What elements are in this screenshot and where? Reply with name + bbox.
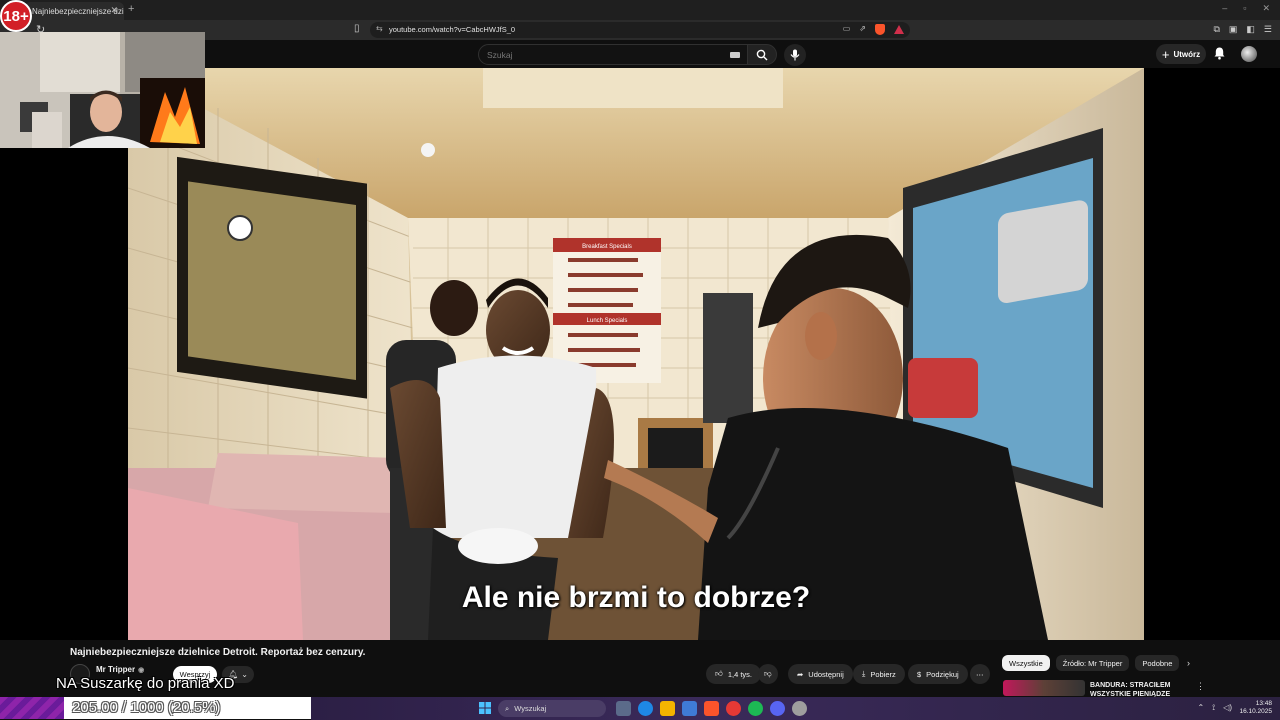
like-count: 1,4 tys. (727, 669, 753, 679)
menu-board-subtitle: Lunch Specials (587, 318, 628, 324)
chip-related[interactable]: Podobne (1135, 655, 1180, 671)
menu-icon[interactable]: ☰ (1264, 24, 1272, 35)
browser-tab[interactable]: Najniebezpieczniejsze dzielnice ✕ (24, 2, 124, 20)
new-tab-icon[interactable]: + (128, 3, 134, 15)
taskbar-search-icon: ⌕ (505, 703, 510, 713)
donation-goal-text: 205.00 / 1000 (20.5%) (72, 699, 221, 716)
chevron-right-icon[interactable]: › (1187, 658, 1190, 668)
maximize-icon[interactable]: ▫ (1243, 3, 1246, 14)
menu-board-title: Breakfast Specials (582, 244, 632, 250)
microphone-icon (790, 49, 800, 61)
channel-name-text: Mr Tripper (96, 665, 136, 674)
chevron-down-icon: ⌄ (241, 670, 248, 679)
toolbar-icons: ⧉ ▣ ◧ ☰ (1213, 24, 1272, 35)
spotify-icon[interactable] (748, 701, 763, 716)
edge-icon[interactable] (638, 701, 653, 716)
clock-date: 16.10.2025 (1239, 708, 1272, 715)
share-button[interactable]: ➦ Udostępnij (788, 664, 853, 684)
account-avatar[interactable] (1241, 46, 1257, 62)
discord-icon[interactable] (770, 701, 785, 716)
webcam-overlay (0, 32, 205, 148)
thanks-label: Podziękuj (926, 669, 959, 679)
share-icon: ➦ (797, 669, 804, 679)
create-label: Utwórz (1173, 49, 1201, 59)
plus-icon: + (1161, 46, 1170, 62)
system-tray: ⌃ ⟟ ◁) (1197, 703, 1232, 713)
chrome-icon[interactable] (726, 701, 741, 716)
windows-taskbar: ⌕ Wyszukaj ⌃ ⟟ ◁) 13:48 16.10.2025 (311, 697, 1280, 720)
more-horizontal-icon: ⋯ (976, 669, 984, 679)
donation-goal-fill (0, 697, 64, 719)
create-button[interactable]: + Utwórz (1156, 44, 1206, 64)
sidebar-icon[interactable]: ◧ (1246, 24, 1255, 35)
url-actions: ▭ ⇗ (843, 24, 904, 35)
chip-source[interactable]: Źródło: Mr Tripper (1055, 655, 1130, 671)
search-button[interactable] (747, 44, 777, 65)
donation-goal-bar: 205.00 / 1000 (20.5%) (0, 697, 311, 719)
file-explorer-icon[interactable] (660, 701, 675, 716)
search-input[interactable]: Szukaj (478, 44, 748, 65)
brave-shields-icon[interactable] (875, 24, 885, 35)
brave-icon[interactable] (704, 701, 719, 716)
system-clock[interactable]: 13:48 16.10.2025 (1239, 700, 1272, 716)
notifications-bell-icon[interactable] (1213, 46, 1226, 60)
taskbar-search-placeholder: Wyszukaj (514, 704, 547, 713)
brave-rewards-icon[interactable] (894, 25, 904, 34)
photos-icon[interactable] (682, 701, 697, 716)
keyboard-icon[interactable] (730, 52, 740, 58)
share-label: Udostępnij (808, 669, 844, 679)
video-subtitle: Ale nie brzmi to dobrze? (461, 581, 811, 614)
url-text: youtube.com/watch?v=CabcHWJfS_0 (389, 25, 516, 34)
video-scene-image: Breakfast Specials Lunch Specials (128, 68, 1144, 640)
recommendation-chips: Wszystkie Źródło: Mr Tripper Podobne (1002, 655, 1180, 671)
webcam-image (0, 32, 205, 148)
taskbar-apps (616, 701, 807, 716)
more-vertical-icon[interactable]: ⋮ (1196, 681, 1205, 692)
clock-time: 13:48 (1255, 700, 1272, 707)
browser-tab-bar: Najniebezpieczniejsze dzielnice ✕ + – ▫ … (0, 0, 1280, 20)
minimize-icon[interactable]: – (1222, 3, 1227, 14)
download-icon: ⤓ (862, 669, 866, 678)
video-title: Najniebezpieczniejsze dzielnice Detroit.… (70, 647, 366, 658)
download-label: Pobierz (870, 669, 896, 679)
volume-icon[interactable]: ◁) (1223, 703, 1232, 713)
video-frame[interactable]: Breakfast Specials Lunch Specials Ale ni… (128, 68, 1144, 640)
obs-icon[interactable] (792, 701, 807, 716)
windows-start-icon[interactable] (479, 702, 491, 714)
channel-name[interactable]: Mr Tripper ◉ (96, 665, 144, 674)
like-button[interactable]: 👍︎ 1,4 tys. (706, 664, 762, 684)
age-rating-badge: 18+ (0, 0, 32, 32)
window-controls: – ▫ ✕ (1222, 3, 1270, 14)
download-button[interactable]: ⤓ Pobierz (853, 664, 905, 684)
thanks-button[interactable]: $ Podziękuj (908, 664, 968, 684)
close-window-icon[interactable]: ✕ (1262, 3, 1270, 14)
search-icon (756, 49, 768, 60)
donation-message: NA Suszarkę do prania XD (56, 675, 235, 692)
thumbs-up-icon: 👍︎ (715, 669, 723, 678)
search-placeholder: Szukaj (487, 50, 513, 60)
taskbar-search[interactable]: ⌕ Wyszukaj (498, 700, 606, 717)
chip-all[interactable]: Wszystkie (1002, 655, 1050, 671)
reco-title-line1: BANDURA: STRACIŁEM (1090, 682, 1171, 689)
recommended-video-thumbnail[interactable] (1003, 680, 1085, 696)
wallet-icon[interactable]: ▣ (1229, 24, 1238, 35)
cast-icon[interactable]: ▭ (843, 24, 851, 35)
site-info-icon[interactable]: ⇆ (376, 24, 383, 33)
url-field[interactable]: ⇆ youtube.com/watch?v=CabcHWJfS_0 ▭ ⇗ (370, 22, 910, 38)
dislike-button[interactable]: 👎︎ (758, 664, 778, 684)
more-actions-button[interactable]: ⋯ (970, 664, 990, 684)
verified-icon: ◉ (138, 667, 145, 674)
voice-search-button[interactable] (784, 44, 806, 66)
thumbs-down-icon: 👎︎ (764, 669, 772, 678)
tray-expand-icon[interactable]: ⌃ (1197, 703, 1204, 713)
thanks-icon: $ (917, 669, 922, 679)
share-page-icon[interactable]: ⇗ (859, 24, 866, 35)
video-player[interactable]: Breakfast Specials Lunch Specials Ale ni… (0, 68, 1280, 640)
close-tab-icon[interactable]: ✕ (110, 5, 118, 16)
task-view-icon[interactable] (616, 701, 631, 716)
bookmark-icon[interactable]: ▯ (354, 23, 360, 34)
network-icon[interactable]: ⟟ (1212, 703, 1215, 713)
extensions-icon[interactable]: ⧉ (1213, 24, 1219, 35)
